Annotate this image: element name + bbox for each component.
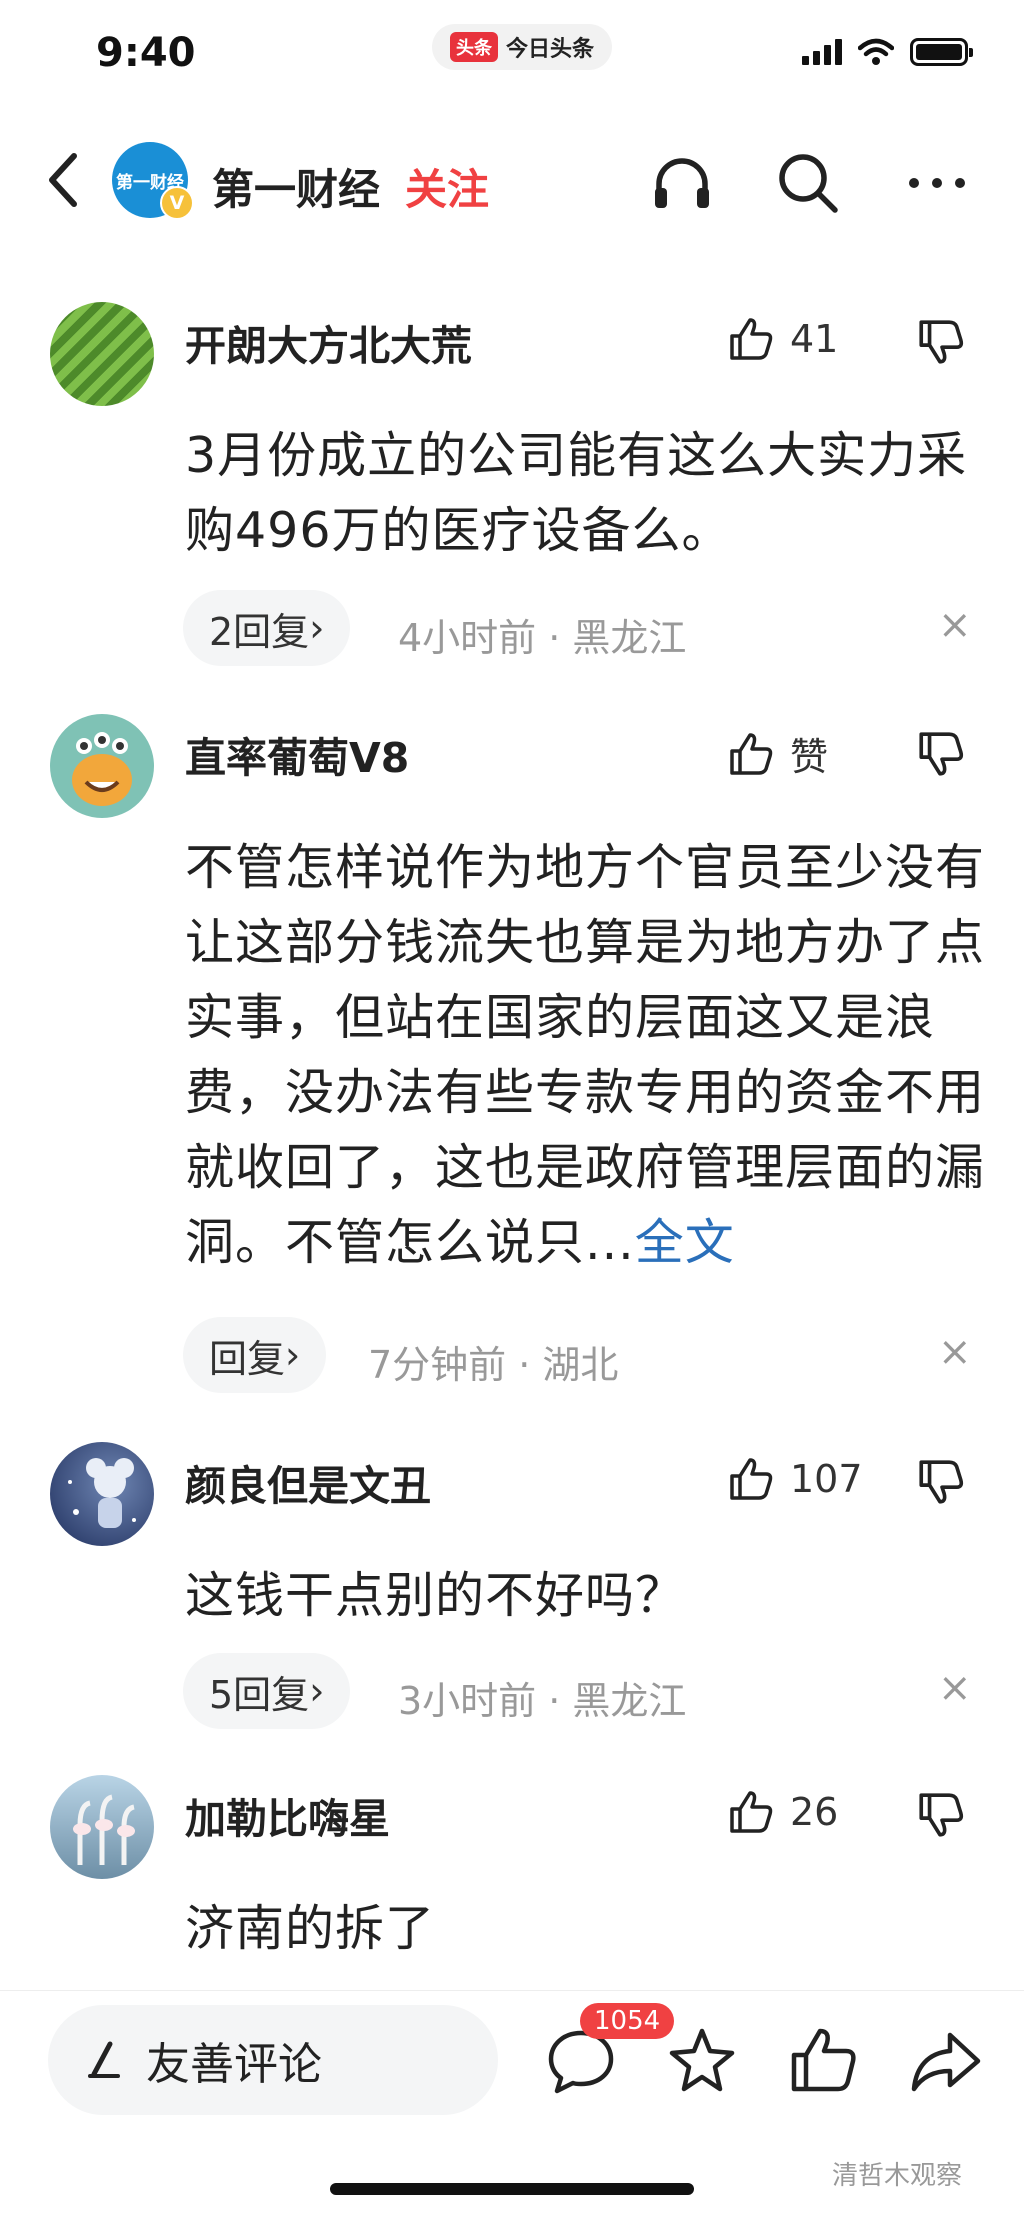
star-icon[interactable] (664, 2023, 740, 2099)
comment-text: 3月份成立的公司能有这么大实力采购496万的医疗设备么。 (185, 418, 985, 568)
comment-body: 济南的拆了 (185, 1900, 436, 1957)
more-icon[interactable] (902, 148, 972, 218)
reply-button[interactable]: 回复 › (183, 1317, 327, 1393)
headphones-icon[interactable] (647, 148, 717, 218)
comment-meta: 4小时前 · 黑龙江 (398, 616, 687, 660)
close-icon[interactable]: × (938, 1329, 972, 1375)
like-button[interactable]: 107 (726, 1454, 863, 1504)
comment-input-label: 友善评论 (146, 2039, 322, 2090)
thumbs-down-icon[interactable] (915, 1789, 967, 1841)
follow-button[interactable]: 关注 (405, 156, 489, 217)
full-text-link[interactable]: 全文 (635, 1214, 735, 1271)
cellular-signal-icon (802, 39, 842, 65)
app-badge: 头条 今日头条 (432, 24, 613, 70)
comment-body: 不管怎样说作为地方个官员至少没有让这部分钱流失也算是为地方办了点实事，但站在国家… (185, 839, 986, 1271)
like-button[interactable]: 26 (726, 1787, 838, 1837)
reply-label: 2回复 (209, 609, 310, 654)
reply-label: 回复 (209, 1336, 286, 1381)
app-name: 今日头条 (506, 37, 595, 62)
comment-username[interactable]: 加勒比嗨星 (185, 1785, 390, 1845)
back-icon[interactable] (40, 150, 90, 210)
comment-meta: 3小时前 · 黑龙江 (398, 1679, 687, 1723)
verified-badge-icon: V (160, 186, 194, 220)
user-avatar[interactable] (50, 714, 154, 818)
reply-button[interactable]: 5回复 › (183, 1653, 351, 1729)
status-time: 9:40 (96, 30, 196, 76)
comment-meta: 7分钟前 · 湖北 (368, 1343, 619, 1387)
like-count: 赞 (790, 735, 829, 779)
comment-username[interactable]: 颜良但是文丑 (185, 1452, 431, 1512)
thumbs-up-icon (730, 1791, 773, 1833)
status-icons (802, 38, 973, 66)
like-button[interactable]: 赞 (726, 726, 828, 781)
like-count: 26 (790, 1790, 839, 1834)
account-name[interactable]: 第一财经 (212, 156, 380, 217)
thumbs-down-icon[interactable] (915, 728, 967, 780)
user-avatar[interactable] (50, 302, 154, 406)
comment-text: 不管怎样说作为地方个官员至少没有让这部分钱流失也算是为地方办了点实事，但站在国家… (185, 830, 985, 1280)
reply-label: 5回复 (209, 1672, 310, 1717)
wifi-icon (858, 38, 894, 65)
like-button[interactable]: 41 (726, 314, 838, 364)
comment-text: 这钱干点别的不好吗？ (185, 1558, 985, 1633)
search-icon[interactable] (773, 148, 843, 218)
chevron-right-icon: › (285, 1333, 301, 1377)
close-icon[interactable]: × (938, 1665, 972, 1711)
thumbs-up-icon (730, 732, 773, 775)
watermark: 清哲木观察 (832, 2161, 963, 2191)
thumbs-up-icon[interactable] (786, 2023, 862, 2099)
battery-icon (910, 38, 973, 66)
comment-count-badge: 1054 (580, 2003, 675, 2039)
comment-body: 这钱干点别的不好吗？ (185, 1567, 686, 1624)
monster-avatar-icon (72, 732, 132, 806)
thumbs-up-icon (730, 318, 773, 360)
app-logo: 头条 (450, 32, 498, 62)
thumbs-down-icon[interactable] (915, 316, 967, 368)
share-icon[interactable] (908, 2023, 984, 2099)
cartoon-avatar-icon (68, 1458, 136, 1528)
like-count: 41 (790, 317, 839, 361)
user-avatar[interactable] (50, 1775, 154, 1879)
comment-body: 3月份成立的公司能有这么大实力采购496万的医疗设备么。 (185, 427, 968, 559)
home-indicator (330, 2183, 694, 2195)
flamingo-avatar-icon (73, 1794, 135, 1865)
comment-username[interactable]: 开朗大方北大荒 (185, 312, 472, 372)
thumbs-down-icon[interactable] (915, 1456, 967, 1508)
nav-bar: 第一财经 V 第一财经 关注 (0, 120, 1024, 240)
reply-button[interactable]: 2回复 › (183, 590, 351, 666)
status-bar: 9:40 头条 今日头条 (0, 0, 1024, 110)
chevron-right-icon: › (309, 606, 325, 650)
thumbs-up-icon (730, 1458, 773, 1500)
like-count: 107 (790, 1457, 863, 1501)
comment-text: 济南的拆了 (185, 1891, 985, 1966)
chevron-right-icon: › (309, 1669, 325, 1713)
user-avatar[interactable] (50, 1442, 154, 1546)
comment-input[interactable]: 友善评论 (48, 2005, 498, 2115)
pen-icon (88, 2041, 120, 2078)
close-icon[interactable]: × (938, 602, 972, 648)
comment-username[interactable]: 直率葡萄V8 (185, 724, 409, 784)
